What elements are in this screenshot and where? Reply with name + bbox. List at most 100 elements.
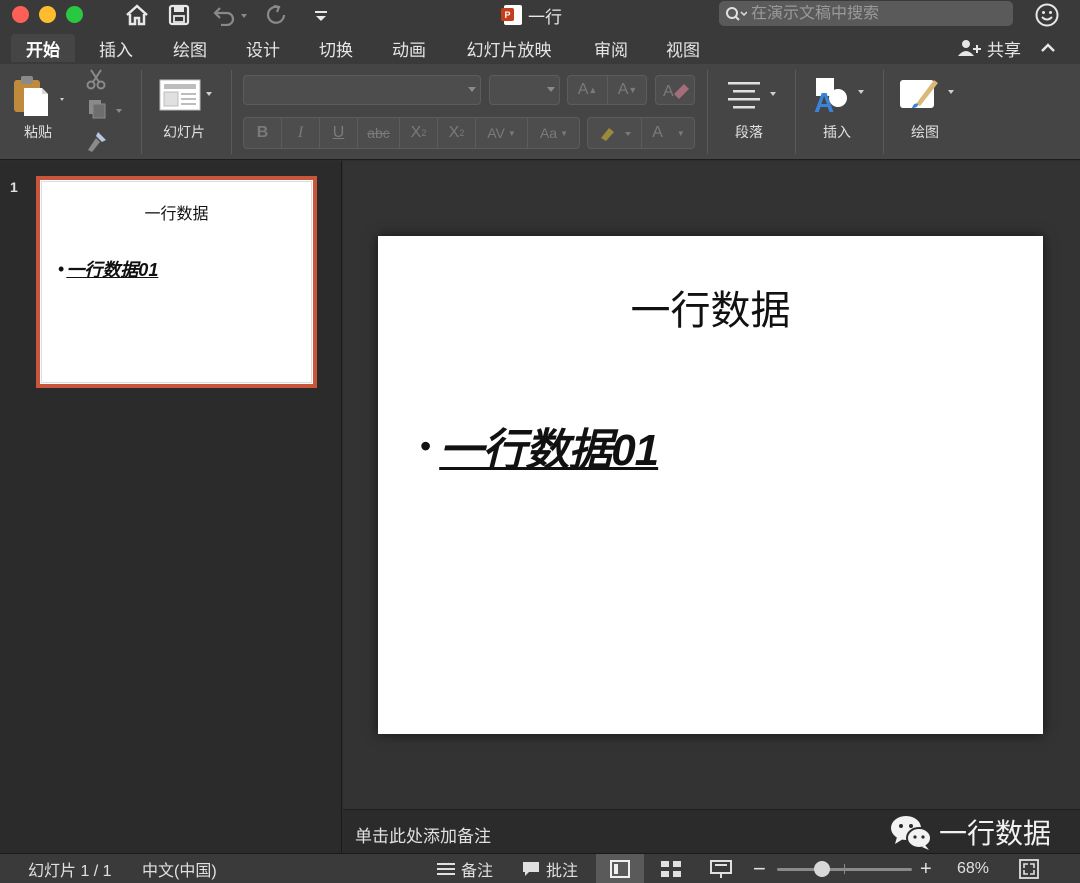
notes-toggle-button[interactable]: 备注 [437, 854, 493, 883]
tab-animations[interactable]: 动画 [381, 34, 437, 62]
slide-label: 幻灯片 [163, 124, 205, 140]
normal-view-button[interactable] [596, 854, 644, 883]
tab-home[interactable]: 开始 [11, 34, 75, 62]
insert-label: 插入 [823, 124, 851, 140]
highlight-color-button[interactable] [588, 118, 642, 148]
paragraph-button[interactable] [722, 78, 782, 112]
align-center-icon [728, 82, 776, 109]
paste-button[interactable] [12, 74, 68, 118]
ribbon-separator [707, 70, 708, 154]
customize-toolbar-icon[interactable] [312, 2, 330, 28]
status-bar: 幻灯片 1 / 1 中文(中国) 备注 批注 − + 68% [0, 853, 1080, 883]
ribbon-separator [883, 70, 884, 154]
increase-font-size-button[interactable]: A ▲ [568, 76, 608, 104]
save-icon[interactable] [167, 2, 191, 28]
bold-button[interactable]: B [244, 118, 282, 148]
watermark-text: 一行数据 [939, 818, 1052, 849]
comments-toggle-button[interactable]: 批注 [522, 854, 578, 883]
subscript-button[interactable]: X2 [438, 118, 476, 148]
slide-canvas[interactable]: 一行数据 • 一行数据01 [378, 236, 1043, 734]
bullet-dot: • [58, 258, 65, 279]
slide-sorter-view-button[interactable] [656, 854, 686, 883]
format-painter-icon[interactable] [84, 130, 110, 154]
drawing-button[interactable] [898, 74, 960, 114]
minimize-window-button[interactable] [39, 6, 56, 23]
superscript-button[interactable]: X2 [400, 118, 438, 148]
bullet-dot: • [420, 427, 432, 464]
change-case-button[interactable]: Aa ▼ [528, 118, 580, 148]
search-input[interactable] [751, 4, 1001, 23]
underline-button[interactable]: U [320, 118, 358, 148]
zoom-slider-tick [844, 864, 845, 874]
strikethrough-button[interactable]: abc [358, 118, 400, 148]
presenter-view-icon [710, 860, 732, 878]
share-button[interactable]: 共享 [957, 34, 1021, 62]
ribbon-separator [141, 70, 142, 154]
reading-view-button[interactable] [706, 854, 736, 883]
search-icon [726, 6, 747, 21]
tab-review[interactable]: 审阅 [583, 34, 639, 62]
zoom-out-button[interactable]: − [753, 854, 766, 883]
zoom-level[interactable]: 68% [957, 854, 989, 883]
title-bar: P 一行 [0, 0, 1080, 30]
fit-to-window-button[interactable] [1019, 854, 1039, 883]
clear-formatting-button[interactable]: A [655, 75, 695, 105]
tab-slideshow[interactable]: 幻灯片放映 [456, 34, 562, 62]
character-spacing-button[interactable]: AV ▼ [476, 118, 528, 148]
tab-draw[interactable]: 绘图 [162, 34, 218, 62]
undo-icon[interactable] [210, 2, 250, 28]
close-window-button[interactable] [12, 6, 29, 23]
decrease-font-size-button[interactable]: A ▼ [608, 76, 647, 104]
feedback-smiley-icon[interactable] [1034, 2, 1060, 33]
document-title: P 一行 [501, 2, 562, 28]
powerpoint-icon: P [501, 5, 522, 25]
zoom-window-button[interactable] [66, 6, 83, 23]
font-size-adjust-group: A ▲ A ▼ [567, 75, 647, 105]
collapse-ribbon-icon[interactable] [1040, 34, 1056, 62]
paragraph-label: 段落 [735, 124, 763, 140]
wechat-icon [891, 816, 932, 850]
color-group: A ▼ [587, 117, 695, 149]
notes-pane[interactable]: 单击此处添加备注 一行数据 [343, 809, 1080, 853]
slide-layout-icon [159, 79, 212, 111]
zoom-slider-knob[interactable] [814, 861, 830, 877]
redo-icon[interactable] [264, 2, 290, 28]
paste-label: 粘贴 [24, 124, 52, 140]
home-icon[interactable] [124, 2, 150, 28]
eraser-icon: A [663, 83, 689, 100]
slide-thumbnail[interactable]: 一行数据 • 一行数据01 [36, 176, 317, 388]
share-label: 共享 [987, 40, 1021, 60]
notes-placeholder[interactable]: 单击此处添加备注 [355, 822, 491, 847]
language-indicator[interactable]: 中文(中国) [142, 854, 217, 883]
shapes-icon: A [814, 78, 864, 118]
tab-design[interactable]: 设计 [235, 34, 291, 62]
insert-shapes-button[interactable]: A [812, 74, 872, 118]
ribbon-tabs: 开始 插入 绘图 设计 切换 动画 幻灯片放映 审阅 视图 共享 [0, 30, 1080, 64]
ribbon-separator [231, 70, 232, 154]
comments-toggle-label: 批注 [546, 863, 579, 880]
zoom-in-button[interactable]: + [920, 854, 932, 883]
italic-button[interactable]: I [282, 118, 320, 148]
tab-insert[interactable]: 插入 [88, 34, 144, 62]
thumbnail-bullet-text: 一行数据01 [66, 260, 159, 280]
comment-icon [523, 862, 539, 876]
cut-icon[interactable] [84, 68, 108, 90]
font-size-select[interactable] [489, 75, 560, 105]
copy-icon[interactable] [86, 98, 126, 120]
svg-text:A: A [814, 87, 834, 114]
tab-view[interactable]: 视图 [655, 34, 711, 62]
font-color-button[interactable]: A ▼ [642, 118, 695, 148]
search-box[interactable] [719, 1, 1013, 26]
add-person-icon [958, 40, 981, 56]
font-style-group: B I U abc X2 X2 AV ▼ Aa ▼ [243, 117, 580, 149]
slide-title[interactable]: 一行数据 [378, 278, 1043, 336]
fit-window-icon [1019, 859, 1039, 879]
new-slide-button[interactable] [158, 78, 216, 112]
slides-panel: 1 一行数据 • 一行数据01 [0, 161, 342, 853]
tab-transitions[interactable]: 切换 [308, 34, 364, 62]
font-name-select[interactable] [243, 75, 481, 105]
normal-view-icon [610, 860, 630, 878]
slide-bullet[interactable]: • 一行数据01 [420, 414, 659, 478]
clipboard-icon [14, 76, 64, 116]
draw-label: 绘图 [911, 124, 939, 140]
